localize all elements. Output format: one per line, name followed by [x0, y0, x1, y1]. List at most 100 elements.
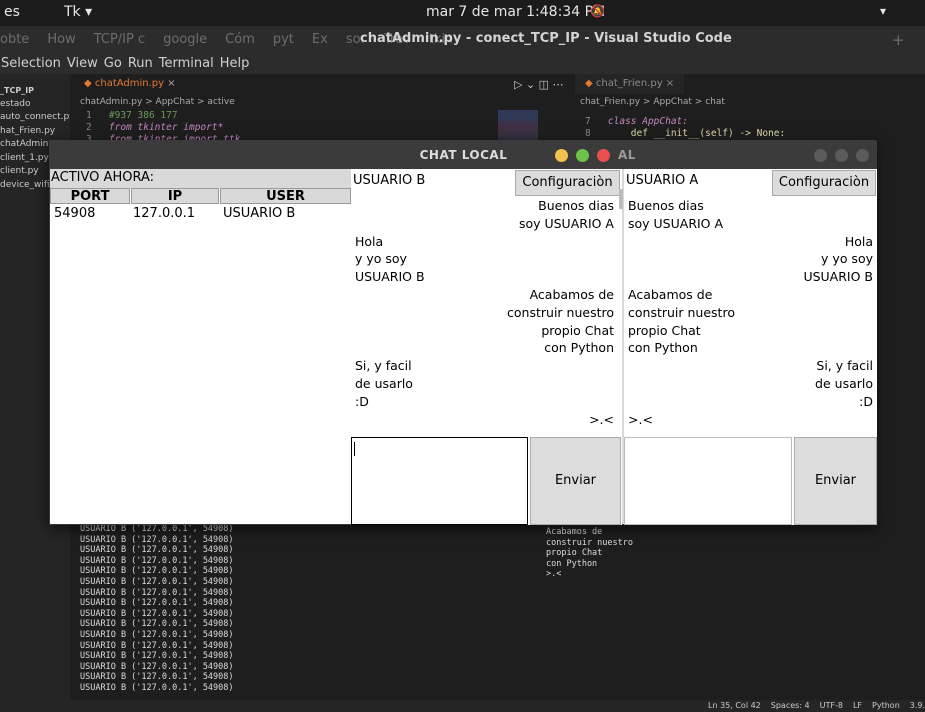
maximize-icon[interactable]	[576, 149, 589, 162]
browser-tab[interactable]: pyt	[273, 32, 294, 47]
terminal-line: USUARIO B ('127.0.0.1', 54908)	[80, 682, 234, 693]
editor-tab-chatadmin[interactable]: ◆ chatAdmin.py ×	[74, 74, 186, 94]
explorer-folder[interactable]: _TCP_IP	[0, 84, 70, 98]
activities-button[interactable]: es	[4, 4, 20, 20]
browser-tab[interactable]: How	[47, 32, 75, 47]
menu-go[interactable]: Go	[104, 56, 122, 71]
close-icon[interactable]	[856, 149, 869, 162]
browser-tab[interactable]: Ex	[312, 32, 328, 47]
code-line: from tkinter import*	[108, 122, 224, 133]
line-number: 1	[86, 110, 92, 121]
chat-message: soy USUARIO A	[628, 215, 724, 231]
chat-message: Si, y facil	[816, 358, 873, 374]
close-icon[interactable]: ×	[666, 78, 674, 89]
scrollbar[interactable]	[619, 189, 623, 209]
messages-area[interactable]: Buenos dias soy USUARIO A Hola y yo soy USUA…	[624, 197, 877, 437]
chat-message: propio Chat	[541, 322, 614, 338]
status-indent[interactable]: Spaces: 4	[771, 701, 810, 710]
terminal-line: USUARIO B ('127.0.0.1', 54908)	[80, 524, 234, 534]
window-title: chatAdmin.py - conect_TCP_IP - Visual St…	[360, 31, 732, 46]
cell-user[interactable]: USUARIO B	[223, 206, 295, 221]
config-button[interactable]: Configuraciòn	[772, 170, 876, 196]
chat-message: :D	[859, 393, 873, 409]
app-menu[interactable]: Tk ▾	[64, 4, 92, 20]
run-icon[interactable]: ▷ ⌄ ◫ ⋯	[514, 78, 564, 91]
python-file-icon: ◆	[84, 78, 95, 89]
terminal-line: USUARIO B ('127.0.0.1', 54908)	[80, 629, 234, 640]
text-cursor	[354, 442, 355, 456]
browser-tab[interactable]: obte	[0, 32, 29, 47]
cell-port[interactable]: 54908	[54, 206, 95, 221]
new-tab-icon[interactable]: +	[892, 31, 905, 49]
pane-username: USUARIO A	[626, 173, 699, 188]
terminal-line: USUARIO B ('127.0.0.1', 54908)	[80, 576, 234, 587]
column-header-ip[interactable]: IP	[131, 188, 219, 204]
breadcrumb-right[interactable]: chat_Frien.py > AppChat > chat	[580, 97, 725, 107]
pane-username: USUARIO B	[353, 173, 426, 188]
terminal-line: >.<	[546, 569, 562, 580]
menu-run[interactable]: Run	[128, 56, 153, 71]
status-eol[interactable]: LF	[853, 701, 862, 710]
status-language[interactable]: Python	[872, 701, 900, 710]
send-button[interactable]: Enviar	[794, 437, 877, 525]
system-top-bar: es Tk ▾ mar 7 de mar 1:48:34 PM 🔕 ▾	[0, 0, 925, 26]
browser-tab[interactable]: google	[163, 32, 207, 47]
browser-tab[interactable]: TCP/IP c	[94, 32, 145, 47]
chat-title-bar[interactable]: CHAT LOCAL AL	[50, 141, 877, 169]
faded-window-title: AL	[618, 148, 636, 162]
explorer-file[interactable]: hat_Frien.py	[0, 125, 70, 139]
line-number: 8	[585, 128, 591, 139]
cell-ip[interactable]: 127.0.0.1	[133, 206, 195, 221]
breadcrumb[interactable]: chatAdmin.py > AppChat > active	[80, 97, 235, 107]
message-input[interactable]	[624, 437, 792, 525]
chat-local-window: CHAT LOCAL AL ACTIVO AHORA: PORT IP USER…	[49, 140, 877, 525]
clock[interactable]: mar 7 de mar 1:48:34 PM	[426, 4, 605, 20]
close-icon[interactable]: ×	[167, 78, 175, 89]
chat-message: construir nuestro	[507, 304, 614, 320]
menu-bar: Selection View Go Run Terminal Help	[0, 56, 925, 74]
status-interpreter[interactable]: 3.9.16 64	[910, 701, 925, 710]
config-button[interactable]: Configuraciòn	[515, 170, 620, 196]
close-icon[interactable]	[597, 149, 610, 162]
explorer-file[interactable]: estado	[0, 98, 70, 112]
menu-view[interactable]: View	[67, 56, 98, 71]
editor-tab-chat-frien[interactable]: ◆ chat_Frien.py ×	[575, 74, 685, 94]
code-right[interactable]: 7 class AppChat: 8 def __init__(self) ->…	[585, 116, 785, 140]
column-header-user[interactable]: USER	[220, 188, 351, 204]
status-encoding[interactable]: UTF-8	[820, 701, 843, 710]
app-menu-label: Tk	[64, 4, 81, 20]
menu-terminal[interactable]: Terminal	[159, 56, 214, 71]
editor-tab-label: chat_Frien.py	[595, 78, 663, 89]
terminal-line: USUARIO B ('127.0.0.1', 54908)	[80, 566, 234, 577]
minimize-icon[interactable]	[814, 149, 827, 162]
maximize-icon[interactable]	[835, 149, 848, 162]
active-users-table[interactable]: PORT IP USER 54908 127.0.0.1 USUARIO B	[50, 188, 351, 524]
minimize-icon[interactable]	[555, 149, 568, 162]
chat-message: con Python	[628, 340, 698, 356]
terminal-line: USUARIO B ('127.0.0.1', 54908)	[80, 587, 234, 598]
column-header-port[interactable]: PORT	[50, 188, 130, 204]
code-line: def __init__(self) -> None:	[607, 128, 786, 139]
terminal-line: USUARIO B ('127.0.0.1', 54908)	[80, 640, 234, 651]
terminal-panel[interactable]: USUARIO B ('127.0.0.1', 54908) USUARIO B …	[70, 524, 925, 700]
terminal-line: USUARIO B ('127.0.0.1', 54908)	[80, 651, 234, 662]
chat-message: >.<	[628, 411, 653, 427]
message-input[interactable]	[351, 437, 528, 525]
menu-help[interactable]: Help	[220, 56, 250, 71]
explorer-file[interactable]: auto_connect.py	[0, 111, 70, 125]
terminal-line: Acabamos de	[546, 527, 603, 537]
chat-pane-usuario-a: USUARIO A Configuraciòn Buenos dias soy U…	[624, 169, 877, 525]
status-cursor-position[interactable]: Ln 35, Col 42	[708, 701, 761, 710]
system-menu-icon[interactable]: ▾	[880, 4, 886, 18]
terminal-line: USUARIO B ('127.0.0.1', 54908)	[80, 545, 234, 556]
terminal-line: USUARIO B ('127.0.0.1', 54908)	[80, 608, 234, 619]
chat-message: Hola	[844, 233, 873, 249]
messages-area[interactable]: Buenos dias soy USUARIO A Hola y yo soy USUA…	[351, 197, 618, 437]
terminal-output-left: USUARIO B ('127.0.0.1', 54908) USUARIO B …	[80, 524, 234, 694]
chat-message: propio Chat	[628, 322, 701, 338]
bell-off-icon[interactable]: 🔕	[590, 4, 605, 18]
menu-selection[interactable]: Selection	[1, 56, 61, 71]
send-button[interactable]: Enviar	[530, 437, 621, 525]
browser-tab[interactable]: Cóm	[225, 32, 255, 47]
editor-tab-label: chatAdmin.py	[94, 78, 165, 89]
